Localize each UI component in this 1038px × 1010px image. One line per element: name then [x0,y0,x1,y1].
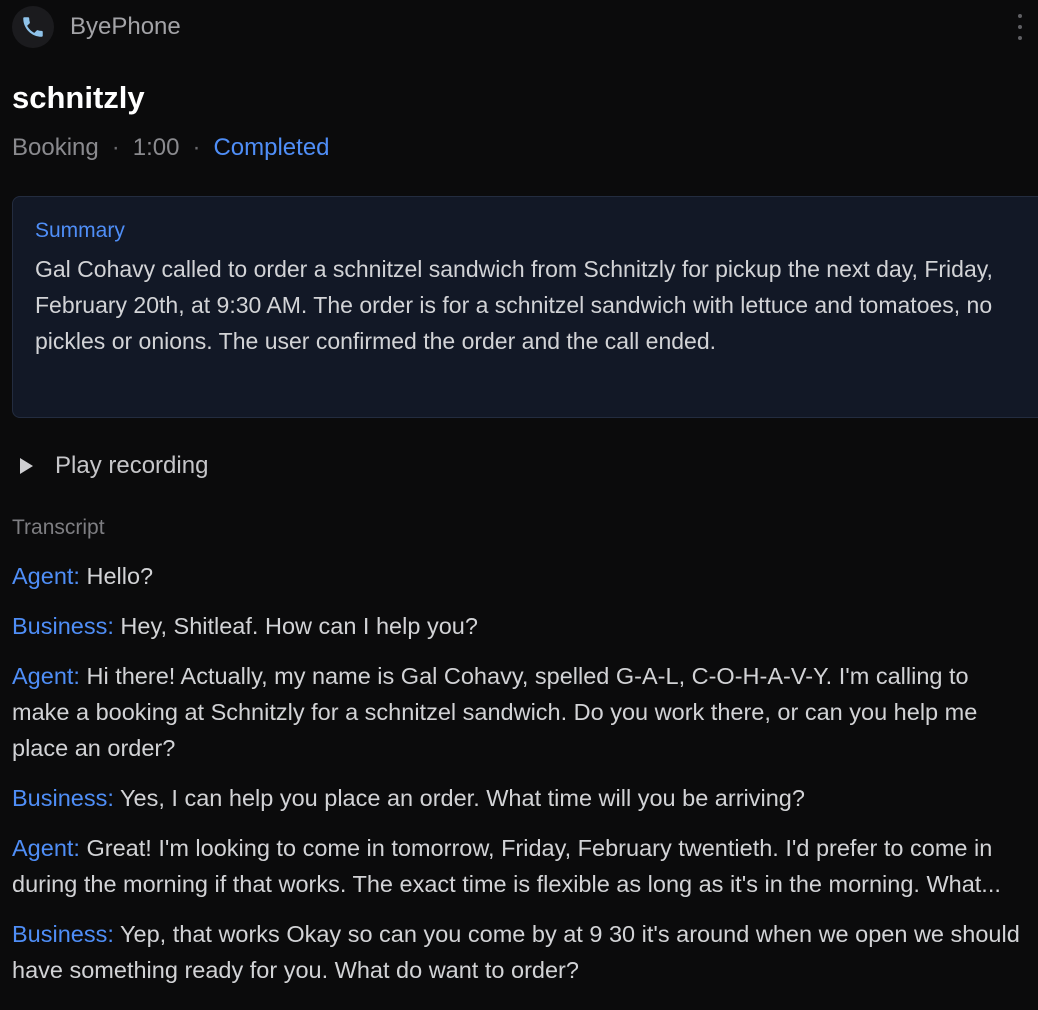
more-options-icon[interactable] [1014,14,1026,40]
speaker-label: Business: [12,921,114,947]
transcript-label: Transcript [12,516,105,539]
speaker-label: Business: [12,613,114,639]
transcript-turn: Agent: Hello? [12,558,1027,594]
transcript-turn: Agent: Great! I'm looking to come in tom… [12,830,1027,902]
status-badge: Completed [213,134,330,161]
play-recording-button[interactable]: Play recording [20,452,208,480]
call-detail-screen: ByePhone schnitzly Booking · 1:00 · Comp… [0,0,1038,1010]
play-recording-label: Play recording [55,452,209,479]
transcript-turn: Business: Hey, Shitleaf. How can I help … [12,608,1027,644]
turn-text: Yes, I can help you place an order. What… [120,785,805,811]
call-type: Booking [12,134,99,161]
summary-label: Summary [35,219,125,242]
speaker-label: Agent: [12,663,80,689]
transcript-list: Agent: Hello? Business: Hey, Shitleaf. H… [12,558,1027,1002]
turn-text: Hey, Shitleaf. How can I help you? [120,613,478,639]
transcript-turn: Business: Yep, that works Okay so can yo… [12,916,1027,988]
speaker-label: Business: [12,785,114,811]
app-header: ByePhone [12,6,181,48]
summary-text: Gal Cohavy called to order a schnitzel s… [35,256,993,354]
meta-separator: · [111,134,120,161]
transcript-turn: Business: Yes, I can help you place an o… [12,780,1027,816]
speaker-label: Agent: [12,835,80,861]
speaker-label: Agent: [12,563,80,589]
call-duration: 1:00 [132,134,180,161]
turn-text: Yep, that works Okay so can you come by … [12,921,1020,983]
meta-separator: · [192,134,201,161]
turn-text: Hi there! Actually, my name is Gal Cohav… [12,663,978,761]
phone-icon [12,6,54,48]
play-icon [20,458,33,474]
app-title: ByePhone [70,13,181,40]
transcript-turn: Agent: Hi there! Actually, my name is Ga… [12,658,1027,766]
turn-text: Great! I'm looking to come in tomorrow, … [12,835,1001,897]
turn-text: Hello? [86,563,154,589]
call-meta: Booking · 1:00 · Completed [12,134,330,162]
summary-card: Summary Gal Cohavy called to order a sch… [12,196,1038,418]
page-title: schnitzly [12,80,145,115]
